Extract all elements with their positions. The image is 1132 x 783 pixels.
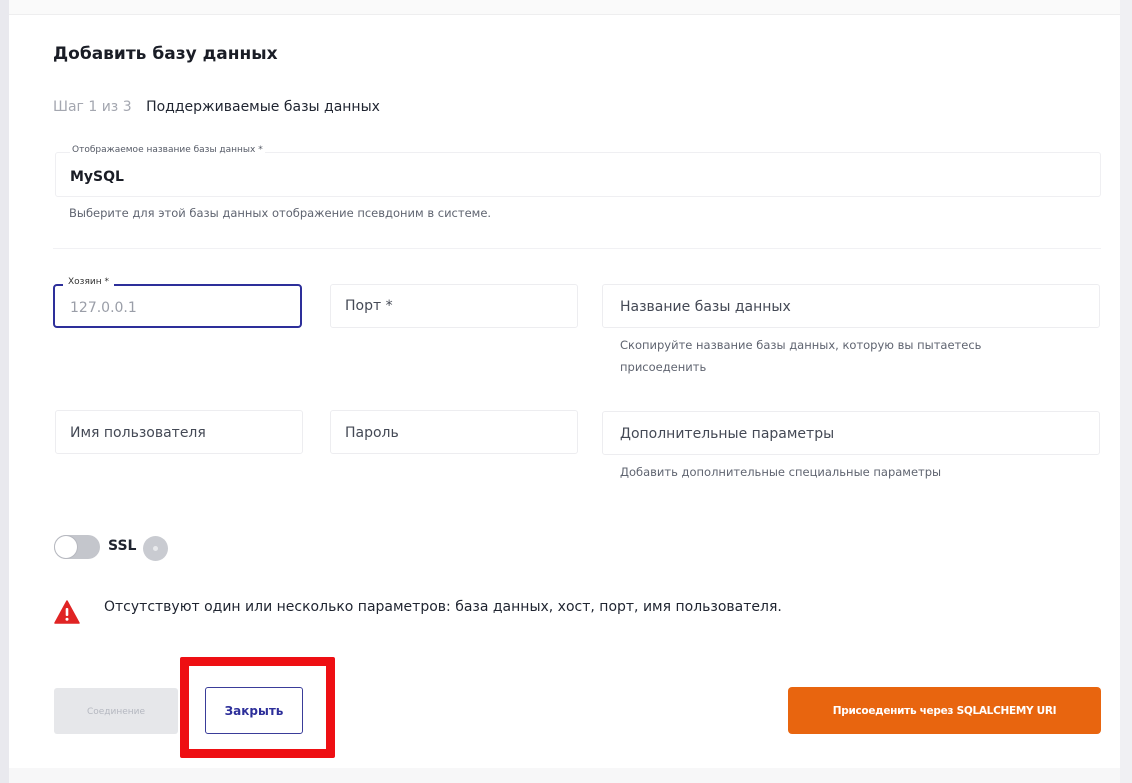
display-name-label: Отображаемое название базы данных * [70,145,265,155]
step-indicator: Шаг 1 из 3 Поддерживаемые базы данных [53,99,380,115]
host-placeholder: 127.0.0.1 [70,300,137,316]
step-name: Поддерживаемые базы данных [146,99,380,115]
extra-params-helper: Добавить дополнительные специальные пара… [620,465,942,479]
error-message: Отсутствуют один или несколько параметро… [104,599,782,615]
window-left-edge [0,0,9,783]
window-bottom-edge [9,768,1120,783]
display-name-helper: Выберите для этой базы данных отображени… [69,206,492,220]
ssl-label: SSL [108,538,137,554]
display-name-field[interactable]: Отображаемое название базы данных * MySQ… [55,145,1101,197]
info-icon[interactable] [143,536,168,561]
password-field[interactable]: Пароль [330,410,578,454]
modal-title: Добавить базу данных [53,44,278,64]
host-label: Хозяин * [63,277,114,287]
database-name-label: Название базы данных [620,299,791,315]
extra-params-field[interactable]: Дополнительные параметры [602,411,1100,455]
section-divider [53,248,1101,249]
database-name-field[interactable]: Название базы данных [602,284,1100,328]
connect-sqlalchemy-uri-button[interactable]: Присоеденить через SQLALCHEMY URI [788,687,1101,734]
host-field[interactable]: Хозяин * 127.0.0.1 [53,277,302,328]
ssl-toggle[interactable] [54,535,100,559]
connect-button[interactable]: Соединение [54,688,178,734]
display-name-value: MySQL [70,169,124,185]
username-field[interactable]: Имя пользователя [55,410,303,454]
password-label: Пароль [345,425,399,441]
port-field[interactable]: Порт * [330,284,578,328]
window-top-edge [9,0,1120,15]
port-label: Порт * [345,298,393,314]
username-label: Имя пользователя [70,425,206,441]
ssl-toggle-knob [55,536,77,558]
close-button[interactable]: Закрыть [205,687,303,734]
warning-triangle-icon [54,600,80,624]
window-right-edge [1120,0,1132,783]
extra-params-label: Дополнительные параметры [620,426,835,442]
database-name-helper: Скопируйте название базы данных, которую… [620,338,982,374]
step-counter: Шаг 1 из 3 [53,99,132,115]
